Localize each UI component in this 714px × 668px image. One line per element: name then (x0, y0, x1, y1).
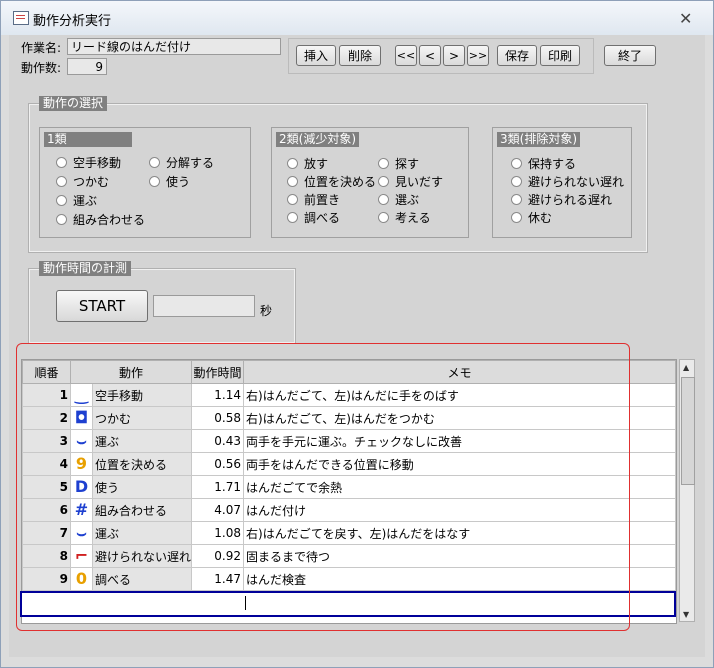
radio-icon[interactable] (378, 194, 389, 205)
class2-title: 2類(減少対象) (276, 132, 359, 147)
close-icon[interactable]: ✕ (679, 9, 692, 28)
option-search[interactable]: 探す (378, 157, 419, 171)
option-unavoidable-delay[interactable]: 避けられない遅れ (511, 175, 624, 189)
first-record-button[interactable]: << (395, 45, 417, 66)
last-record-button[interactable]: >> (467, 45, 489, 66)
radio-icon[interactable] (287, 158, 298, 169)
task-name-field[interactable]: リード線のはんだ付け (67, 38, 281, 55)
option-find[interactable]: 見いだす (378, 175, 443, 189)
radio-icon[interactable] (378, 176, 389, 187)
radio-icon[interactable] (56, 214, 67, 225)
radio-icon[interactable] (287, 194, 298, 205)
option-position[interactable]: 位置を決める (287, 175, 376, 189)
class1-title: 1類 (44, 132, 132, 147)
option-disassemble[interactable]: 分解する (149, 156, 214, 170)
title-bar: 動作分析実行 ✕ (1, 1, 713, 35)
radio-icon[interactable] (378, 158, 389, 169)
option-use[interactable]: 使う (149, 175, 190, 189)
option-grasp[interactable]: つかむ (56, 175, 109, 189)
scroll-up-icon[interactable]: ▲ (683, 363, 689, 372)
option-preposition[interactable]: 前置き (287, 193, 340, 207)
seconds-unit-label: 秒 (260, 304, 273, 318)
app-window: 動作分析実行 ✕ 作業名: リード線のはんだ付け 動作数: 9 挿入 削除 <<… (0, 0, 714, 668)
prev-record-button[interactable]: < (419, 45, 441, 66)
radio-icon[interactable] (287, 176, 298, 187)
print-button[interactable]: 印刷 (540, 45, 580, 66)
option-empty-move[interactable]: 空手移動 (56, 156, 121, 170)
highlight-frame (16, 343, 630, 631)
option-rest[interactable]: 休む (511, 211, 552, 225)
radio-icon[interactable] (511, 158, 522, 169)
scroll-thumb[interactable] (681, 377, 695, 485)
radio-icon[interactable] (56, 176, 67, 187)
window-title: 動作分析実行 (33, 14, 112, 29)
option-think[interactable]: 考える (378, 211, 431, 225)
radio-icon[interactable] (56, 195, 67, 206)
option-inspect[interactable]: 調べる (287, 211, 340, 225)
motion-selection-title: 動作の選択 (39, 96, 108, 111)
option-select[interactable]: 選ぶ (378, 193, 419, 207)
option-avoidable-delay[interactable]: 避けられる遅れ (511, 193, 612, 207)
radio-icon[interactable] (149, 157, 160, 168)
motion-count-field[interactable]: 9 (67, 58, 107, 75)
radio-icon[interactable] (511, 212, 522, 223)
elapsed-time-field[interactable] (153, 295, 255, 317)
option-assemble[interactable]: 組み合わせる (56, 213, 145, 227)
option-hold[interactable]: 保持する (511, 157, 576, 171)
start-button[interactable]: START (56, 290, 148, 322)
radio-icon[interactable] (56, 157, 67, 168)
delete-button[interactable]: 削除 (339, 45, 381, 66)
task-name-label: 作業名: (21, 41, 62, 55)
save-button[interactable]: 保存 (497, 45, 537, 66)
motion-count-label: 動作数: (21, 61, 62, 75)
scroll-down-icon[interactable]: ▼ (683, 610, 689, 619)
vertical-scrollbar[interactable]: ▲ ▼ (679, 359, 695, 622)
next-record-button[interactable]: > (443, 45, 465, 66)
radio-icon[interactable] (511, 176, 522, 187)
radio-icon[interactable] (511, 194, 522, 205)
end-button[interactable]: 終了 (604, 45, 656, 66)
class3-title: 3類(排除対象) (497, 132, 580, 147)
option-release[interactable]: 放す (287, 157, 328, 171)
form-icon (13, 11, 29, 25)
radio-icon[interactable] (287, 212, 298, 223)
insert-button[interactable]: 挿入 (296, 45, 336, 66)
radio-icon[interactable] (149, 176, 160, 187)
radio-icon[interactable] (378, 212, 389, 223)
option-carry[interactable]: 運ぶ (56, 194, 97, 208)
timing-title: 動作時間の計測 (39, 261, 132, 276)
